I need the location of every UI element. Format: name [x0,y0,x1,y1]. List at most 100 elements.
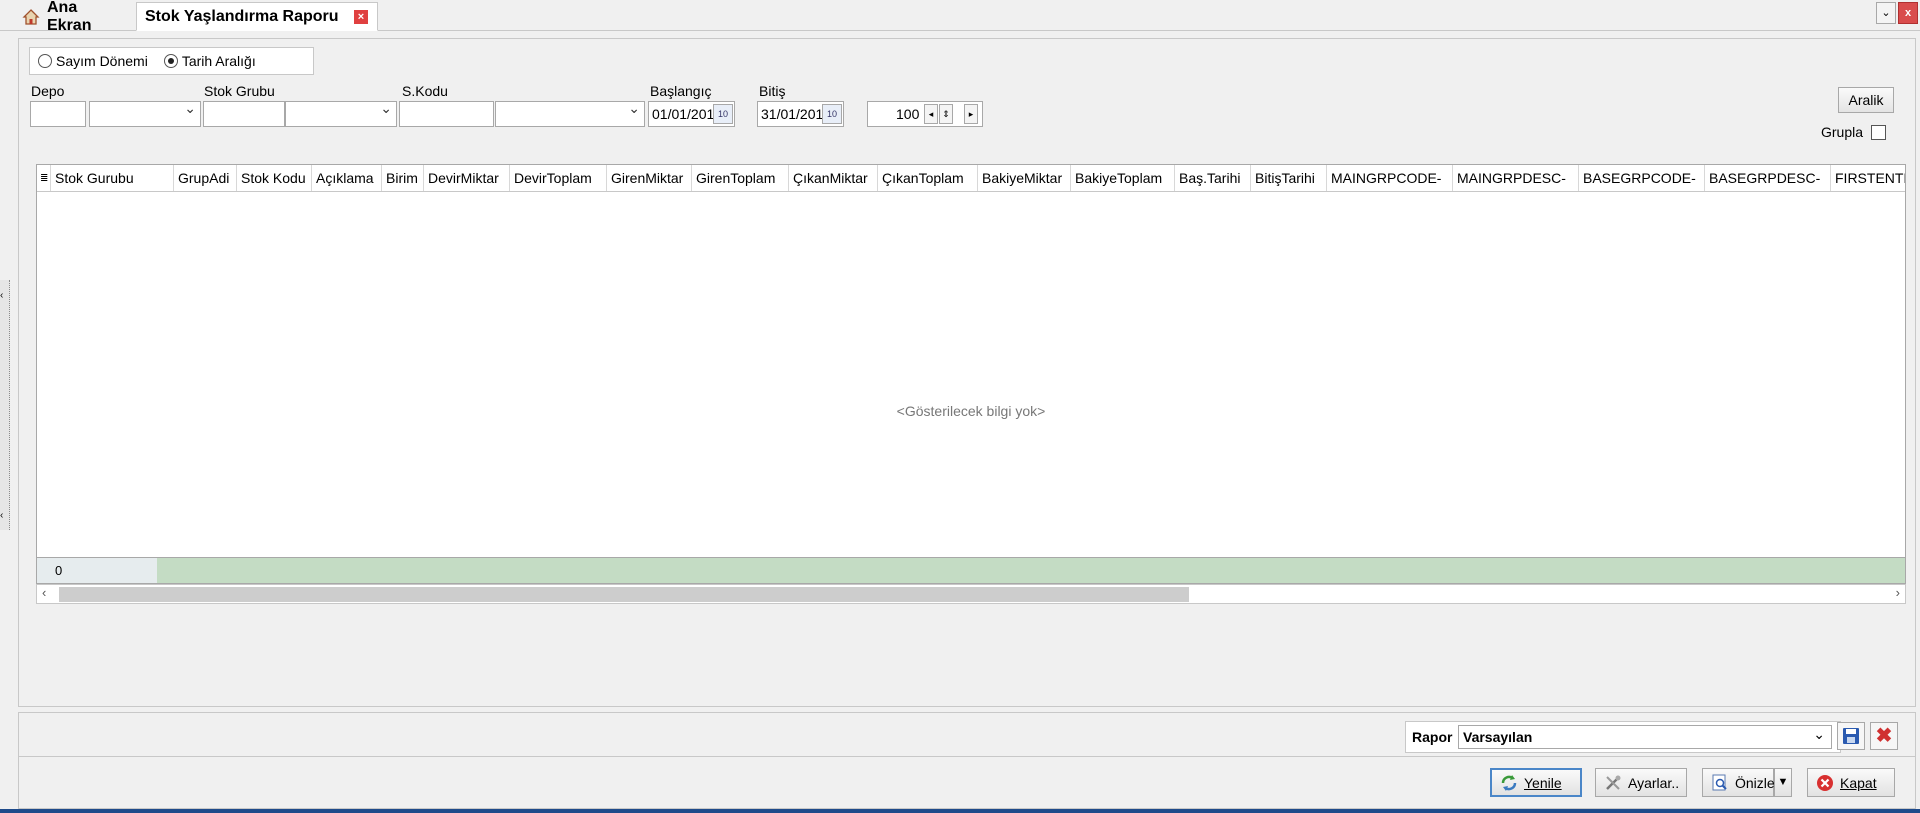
horizontal-scrollbar[interactable]: ‹ › [36,584,1906,604]
bitis-date-input[interactable]: 31/01/2017 10 [757,101,844,127]
column-header[interactable]: BakiyeToplam [1071,165,1175,191]
grid-footer: 0 [36,558,1906,584]
stok-grubu-code-input[interactable] [203,101,285,127]
report-selector: Rapor Varsayılan ⌄ [1405,721,1841,753]
tab-label: Stok Yaşlandırma Raporu [145,7,339,25]
aralik-button[interactable]: Aralik [1838,87,1894,113]
report-value: Varsayılan [1463,729,1533,745]
column-header[interactable]: GirenMiktar [607,165,692,191]
period-selector: Sayım Dönemi Tarih Aralığı [29,47,314,75]
skodu-label: S.Kodu [402,83,448,99]
updown-icon[interactable]: ⇕ [939,104,953,124]
refresh-icon [1500,774,1518,792]
data-grid[interactable]: ≣ Stok Gurubu GrupAdi Stok Kodu Açıklama… [36,164,1906,558]
column-header[interactable]: Açıklama [312,165,382,191]
column-header[interactable]: BitişTarihi [1251,165,1327,191]
radio-label: Sayım Dönemi [56,53,148,69]
radio-selected-icon [163,54,178,68]
scroll-right-icon[interactable]: › [1896,585,1900,600]
column-header[interactable]: Baş.Tarihi [1175,165,1251,191]
column-header[interactable]: BASEGRPCODE- [1579,165,1705,191]
onizle-dropdown-button[interactable]: ▼ [1774,768,1792,797]
radio-label: Tarih Aralığı [181,53,256,69]
save-report-button[interactable] [1837,722,1865,750]
radio-sayim-donemi[interactable]: Sayım Dönemi [38,53,148,69]
chevron-down-icon: ⌄ [1813,726,1825,742]
depo-dropdown[interactable] [89,100,201,127]
home-icon [22,8,40,26]
chevron-right-icon[interactable]: ▸ [964,104,978,124]
column-header[interactable]: ÇıkanMiktar [789,165,878,191]
grupla-label: Grupla [1821,124,1864,140]
button-label: Önizle [1735,774,1775,791]
stok-grubu-dropdown[interactable] [285,100,397,127]
caret-down-icon: ▼ [1777,776,1789,788]
column-header[interactable]: GrupAdi [174,165,237,191]
footer-count: 0 [37,558,157,583]
column-header[interactable]: DevirMiktar [424,165,510,191]
yenile-button[interactable]: Yenile [1490,768,1582,797]
kapat-button[interactable]: Kapat [1807,768,1895,797]
chevron-left-icon[interactable]: ◂ [924,104,938,124]
skodu-dropdown[interactable] [495,100,645,127]
button-label: Ayarlar.. [1628,774,1680,791]
baslangic-date-input[interactable]: 01/01/2017 10 [648,101,735,127]
radio-icon [38,54,52,68]
aralik-spinner[interactable]: 100 ◂ ⇕ ▸ [867,101,983,127]
column-header[interactable]: BASEGRPDESC- [1705,165,1831,191]
depo-label: Depo [31,83,65,99]
chevron-left-icon: ‹ [0,510,4,521]
empty-grid-message: <Gösterilecek bilgi yok> [896,403,1046,419]
report-dropdown[interactable]: Varsayılan ⌄ [1458,725,1832,749]
button-label: Kapat [1840,774,1877,791]
grupla-checkbox[interactable] [1871,125,1886,140]
tab-stok-yaslandirma[interactable]: Stok Yaşlandırma Raporu × [136,2,378,31]
preview-icon [1711,774,1729,792]
delete-icon: ✖ [1875,725,1893,747]
column-header[interactable]: FIRSTENTDA [1831,165,1905,191]
report-bar: Rapor Varsayılan ⌄ ✖ [18,712,1916,757]
side-collapse-strip[interactable]: ‹ ‹ [0,280,10,530]
column-header[interactable]: GirenToplam [692,165,789,191]
report-panel: Sayım Dönemi Tarih Aralığı Depo Stok Gru… [18,38,1916,707]
window-close-button[interactable]: x [1898,2,1918,24]
grid-header: ≣ Stok Gurubu GrupAdi Stok Kodu Açıklama… [37,165,1905,192]
bitis-label: Bitiş [759,83,786,99]
column-header[interactable]: DevirToplam [510,165,607,191]
ayarlar-button[interactable]: Ayarlar.. [1595,768,1687,797]
report-label: Rapor [1412,729,1453,745]
calendar-icon[interactable]: 10 [713,104,733,124]
chevron-down-icon[interactable]: ⌄ [1876,2,1896,24]
delete-report-button[interactable]: ✖ [1870,722,1898,750]
tab-ana-ekran[interactable]: Ana Ekran [14,0,134,34]
spinner-value: 100 [896,106,920,122]
chevron-left-icon: ‹ [0,290,4,301]
baslangic-label: Başlangıç [650,83,712,99]
tab-label: Ana Ekran [47,0,92,34]
onizle-button[interactable]: Önizle [1702,768,1775,797]
skodu-input[interactable] [399,101,494,127]
scrollbar-thumb[interactable] [59,587,1189,602]
calendar-icon[interactable]: 10 [822,104,842,124]
column-header[interactable]: Stok Gurubu [51,165,174,191]
column-header[interactable]: Birim [382,165,424,191]
date-value: 31/01/2017 [761,106,832,122]
stok-grubu-label: Stok Grubu [204,83,275,99]
depo-code-input[interactable] [30,101,86,127]
column-header[interactable]: MAINGRPDESC- [1453,165,1579,191]
scroll-left-icon[interactable]: ‹ [42,585,46,600]
column-header[interactable]: MAINGRPCODE- [1327,165,1453,191]
button-label: Yenile [1524,774,1562,791]
close-icon[interactable]: × [354,10,368,24]
close-circle-icon [1816,774,1834,792]
tools-icon [1604,774,1622,792]
radio-tarih-araligi[interactable]: Tarih Aralığı [163,53,256,69]
save-icon [1843,728,1859,744]
column-header[interactable]: ÇıkanToplam [878,165,978,191]
taskbar-edge [0,809,1920,813]
column-chooser-icon[interactable]: ≣ [37,165,51,191]
action-bar: Yenile Ayarlar.. Önizle ▼ Kapat [18,757,1916,809]
column-header[interactable]: Stok Kodu [237,165,312,191]
tab-bar: Ana Ekran Stok Yaşlandırma Raporu × ⌄ x [0,0,1920,34]
column-header[interactable]: BakiyeMiktar [978,165,1071,191]
